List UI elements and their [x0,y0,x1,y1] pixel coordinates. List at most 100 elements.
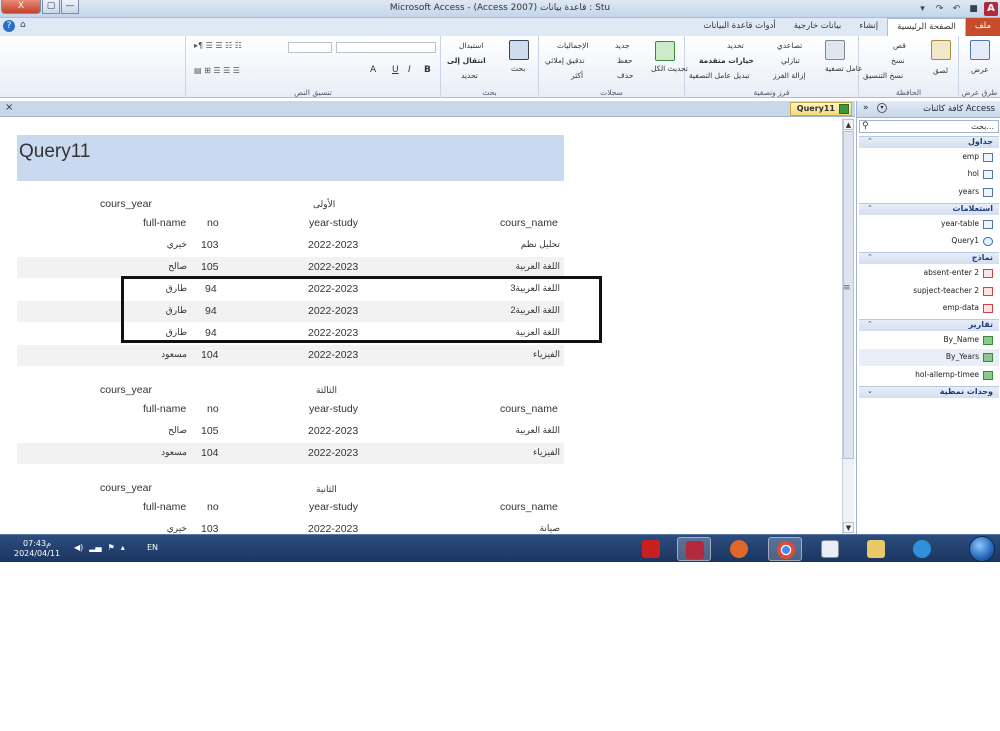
customize-qat-icon[interactable]: ▾ [916,3,929,16]
scroll-thumb[interactable] [843,131,854,459]
nav-pane-header[interactable]: » ▾ كافة كائنات Access [857,101,1000,118]
taskbar-access[interactable] [677,537,711,561]
collapse-icon[interactable]: ⌃ [867,137,873,145]
advanced-filter-button[interactable]: خيارات متقدمة [699,56,754,65]
group-text-formatting: ▸¶ ☰ ☰ ☷ ☷ ▤ ⊞ ☰ ☰ ☰ B I U A تنسيق النص [185,36,440,98]
expand-icon[interactable]: ⌄ [867,387,873,395]
view-button[interactable]: عرض [971,65,989,74]
font-name-combo[interactable] [336,42,436,53]
scroll-down-icon[interactable]: ▼ [843,522,854,533]
nav-search-input[interactable]: بحث... ⚲ [859,120,999,133]
refresh-all-button[interactable]: تحديث الكل [651,64,688,73]
gridlines-icons[interactable]: ▤ ⊞ ☰ ☰ ☰ [194,66,240,75]
column-header-full-name: full-name [143,403,187,415]
nav-item-form[interactable]: emp-data [859,300,999,317]
nav-item-report[interactable]: By_Years [859,349,999,366]
selection-button[interactable]: تحديد [727,41,744,50]
tab-database-tools[interactable]: أدوات قاعدة البيانات [694,18,784,36]
pane-splitter-icon[interactable]: ≡ [843,283,851,293]
nav-item-report[interactable]: hol-allemp-timee [859,367,999,384]
toggle-filter-button[interactable]: تبديل عامل التصفية [689,71,750,80]
group-sort-filter-label: فرز وتصفية [753,88,790,97]
spelling-button[interactable]: تدقيق إملائي [545,56,584,65]
collapse-icon[interactable]: ⌃ [867,253,873,261]
replace-button[interactable]: استبدال [459,41,483,50]
filter-button[interactable]: عامل تصفية [825,64,863,73]
copy-button[interactable]: نسخ [891,56,905,65]
action-center-icon[interactable]: ⚑ [108,543,115,552]
bold-button[interactable]: B [424,65,431,75]
cell-cours-name: تحليل نظم [520,239,560,249]
start-button[interactable] [969,536,995,562]
help-icon[interactable]: ? [3,20,15,32]
nav-item-form[interactable]: supject-teacher 2 [859,283,999,300]
totals-button[interactable]: الإجماليات [557,41,589,50]
tab-query11[interactable]: Query11 [789,102,852,116]
nav-item-query[interactable]: Query1 [859,233,999,250]
italic-button[interactable]: I [408,65,411,75]
navigation-pane: » ▾ كافة كائنات Access بحث... ⚲ جداول ⌃ … [856,101,1000,534]
nav-item-label: hol-allemp-timee [915,370,979,379]
group-sort-filter: عامل تصفية تصاعدي تنازلي إزالة الفرز تحد… [684,36,863,98]
nav-item-report[interactable]: By_Name [859,332,999,349]
collapse-icon[interactable]: ⌃ [867,204,873,212]
tab-external-data[interactable]: بيانات خارجية [785,18,851,36]
taskbar-player[interactable] [813,537,847,561]
nav-item-table[interactable]: emp [859,149,999,166]
nav-section-tables[interactable]: جداول ⌃ [859,136,999,148]
save-icon[interactable]: ■ [967,3,980,16]
taskbar-chrome[interactable] [768,537,802,561]
goto-button[interactable]: انتقال إلى [447,56,486,65]
save-record-button[interactable]: حفظ [617,56,633,65]
nav-item-query[interactable]: year-table [859,216,999,233]
paste-button[interactable]: لصق [933,66,948,75]
format-painter-button[interactable]: نسخ التنسيق [863,71,903,80]
nav-item-table[interactable]: years [859,184,999,201]
more-button[interactable]: أكثر [571,71,583,80]
nav-item-table[interactable]: hol [859,166,999,183]
nav-item-label: emp [962,152,979,161]
remove-sort-button[interactable]: إزالة الفرز [773,71,805,80]
clock[interactable]: 07:43م 2024/04/11 [14,539,60,559]
new-record-button[interactable]: جديد [615,41,630,50]
close-document-icon[interactable]: × [5,102,13,113]
nav-section-forms[interactable]: نماذج ⌃ [859,252,999,264]
nav-section-modules[interactable]: وحدات نمطية ⌄ [859,386,999,398]
language-indicator[interactable]: EN [147,543,158,552]
sort-ascending-button[interactable]: تصاعدي [777,41,802,50]
nav-section-queries[interactable]: استعلامات ⌃ [859,203,999,215]
collapse-icon[interactable]: ⌃ [867,320,873,328]
nav-item-form[interactable]: absent-enter 2 [859,265,999,282]
delete-record-button[interactable]: حذف [617,71,633,80]
select-button[interactable]: تحديد [461,71,478,80]
vertical-scrollbar[interactable]: ▲ ▼ [842,118,854,534]
font-size-combo[interactable] [288,42,332,53]
shutter-bar-icon[interactable]: » [863,103,869,113]
cut-button[interactable]: قص [893,41,906,50]
sort-descending-button[interactable]: تنازلي [781,56,800,65]
tab-file[interactable]: ملف [965,18,1000,36]
font-color-button[interactable]: A [370,65,376,75]
tab-create[interactable]: إنشاء [850,18,887,36]
taskbar-explorer[interactable] [859,537,893,561]
nav-menu-icon[interactable]: ▾ [877,103,887,113]
undo-icon[interactable]: ↶ [950,3,963,16]
explorer-icon [867,540,885,558]
underline-button[interactable]: U [392,65,399,75]
redo-icon[interactable]: ↷ [933,3,946,16]
column-header-cours-name: cours_name [500,501,558,513]
paragraph-icons[interactable]: ▸¶ ☰ ☰ ☷ ☷ [194,41,242,50]
taskbar-media[interactable] [722,537,756,561]
volume-icon[interactable]: ◀) [74,543,83,552]
scroll-up-icon[interactable]: ▲ [843,119,854,130]
find-button[interactable]: بحث [511,64,525,73]
report-icon [983,353,993,362]
tab-home[interactable]: الصفحة الرئيسية [887,18,966,36]
nav-section-reports[interactable]: تقارير ⌃ [859,319,999,331]
cell-no: 105 [201,425,219,437]
taskbar-acrobat[interactable] [634,537,668,561]
minimize-ribbon-icon[interactable]: ⌂ [20,20,26,30]
taskbar-ie[interactable] [905,537,939,561]
show-hidden-icons-icon[interactable]: ▴ [121,543,125,552]
network-icon[interactable]: ▂▄ [89,543,101,552]
